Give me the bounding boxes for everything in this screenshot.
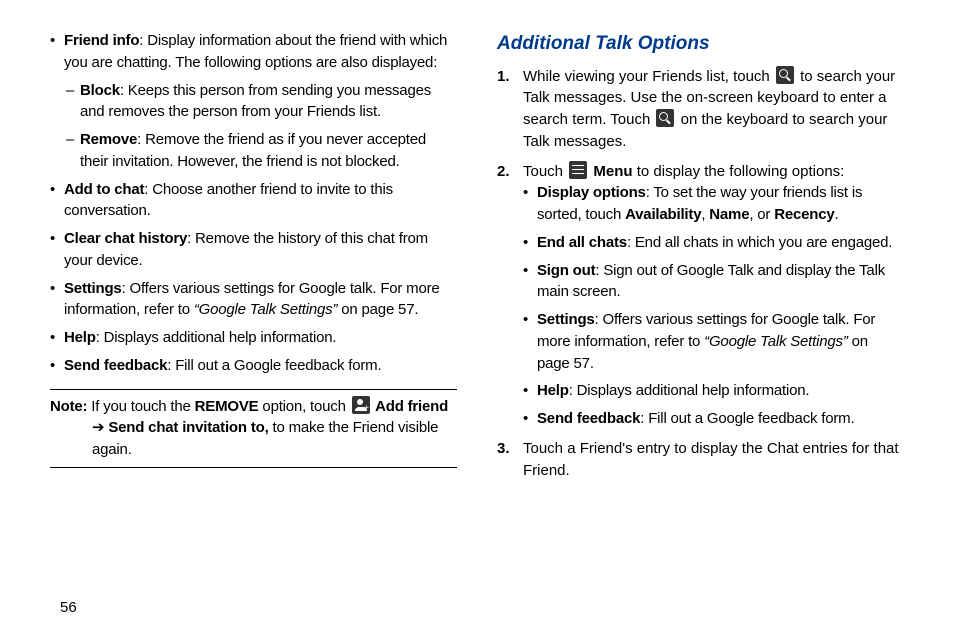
- sub-bold: Availability: [625, 206, 701, 223]
- note-box: Note: If you touch the REMOVE option, to…: [50, 389, 457, 468]
- note-send-inv: Send chat invitation to,: [108, 419, 268, 436]
- note-text-1b: option, touch: [258, 398, 349, 415]
- list-item: Touch a Friend's entry to display the Ch…: [497, 438, 904, 482]
- search-icon: [656, 109, 674, 127]
- reference-after: on page 57.: [337, 301, 418, 318]
- sub-text: : Keeps this person from sending you mes…: [80, 82, 431, 121]
- list-item: Help: Displays additional help informati…: [50, 327, 457, 349]
- sub-bold: Settings: [537, 311, 595, 328]
- right-column: Additional Talk Options While viewing yo…: [497, 30, 904, 616]
- sub-bullet-list: Display options: To set the way your fri…: [523, 182, 904, 430]
- bullet-text: : Fill out a Google feedback form.: [167, 357, 381, 374]
- sub-text: : End all chats in which you are engaged…: [627, 234, 892, 251]
- sub-bold: Send feedback: [537, 410, 640, 427]
- step-text: Touch: [523, 163, 567, 180]
- step-text: Touch a Friend's entry to display the Ch…: [523, 440, 899, 479]
- list-item: While viewing your Friends list, touch t…: [497, 66, 904, 153]
- search-icon: [776, 66, 794, 84]
- sub-text: : Fill out a Google feedback form.: [640, 410, 854, 427]
- list-item: Settings: Offers various settings for Go…: [50, 278, 457, 322]
- list-item: Add to chat: Choose another friend to in…: [50, 179, 457, 223]
- left-column: Friend info: Display information about t…: [50, 30, 457, 616]
- list-item: Friend info: Display information about t…: [50, 30, 457, 173]
- sub-bold: Help: [537, 382, 569, 399]
- step-text: to display the following options:: [633, 163, 845, 180]
- list-item: Send feedback: Fill out a Google feedbac…: [50, 355, 457, 377]
- sub-label: Block: [80, 82, 120, 99]
- note-body: ➔ Send chat invitation to, to make the F…: [50, 417, 457, 461]
- sub-bold: End all chats: [537, 234, 627, 251]
- list-item: Settings: Offers various settings for Go…: [523, 309, 904, 374]
- list-item: End all chats: End all chats in which yo…: [523, 232, 904, 254]
- sub-bold: Sign out: [537, 262, 595, 279]
- page-number: 56: [60, 599, 77, 616]
- list-item: Remove: Remove the friend as if you neve…: [66, 129, 457, 173]
- note-text-1a: If you touch the: [87, 398, 194, 415]
- list-item: Clear chat history: Remove the history o…: [50, 228, 457, 272]
- sub-text: : Displays additional help information.: [569, 382, 810, 399]
- sub-bold: Recency: [774, 206, 834, 223]
- step-text: While viewing your Friends list, touch: [523, 68, 774, 85]
- menu-icon: [569, 161, 587, 179]
- bullet-text: : Displays additional help information.: [96, 329, 337, 346]
- reference-text: “Google Talk Settings”: [194, 301, 337, 318]
- note-arrow: ➔: [92, 419, 108, 436]
- list-item: Display options: To set the way your fri…: [523, 182, 904, 226]
- page: Friend info: Display information about t…: [0, 0, 954, 636]
- sub-italic: “Google Talk Settings”: [704, 333, 847, 350]
- bullet-label: Clear chat history: [64, 230, 187, 247]
- bullet-label: Add to chat: [64, 181, 144, 198]
- right-numbered-list: While viewing your Friends list, touch t…: [497, 66, 904, 482]
- bullet-label: Help: [64, 329, 96, 346]
- sub-label: Remove: [80, 131, 137, 148]
- section-title: Additional Talk Options: [497, 30, 904, 58]
- add-friend-icon: +: [352, 396, 370, 414]
- bullet-label: Send feedback: [64, 357, 167, 374]
- sub-text: , or: [749, 206, 774, 223]
- note-remove-word: REMOVE: [195, 398, 259, 415]
- sub-dash-list: Block: Keeps this person from sending yo…: [66, 80, 457, 173]
- note-add-friend: Add friend: [372, 398, 448, 415]
- list-item: Send feedback: Fill out a Google feedbac…: [523, 408, 904, 430]
- sub-bold: Name: [709, 206, 749, 223]
- bullet-label: Settings: [64, 280, 122, 297]
- sub-text: .: [835, 206, 839, 223]
- list-item: Block: Keeps this person from sending yo…: [66, 80, 457, 124]
- list-item: Help: Displays additional help informati…: [523, 380, 904, 402]
- step-bold: Menu: [593, 163, 632, 180]
- list-item: Touch Menu to display the following opti…: [497, 161, 904, 430]
- bullet-label: Friend info: [64, 32, 139, 49]
- sub-bold: Display options: [537, 184, 646, 201]
- list-item: Sign out: Sign out of Google Talk and di…: [523, 260, 904, 304]
- left-bullet-list: Friend info: Display information about t…: [50, 30, 457, 377]
- note-prefix: Note:: [50, 398, 87, 415]
